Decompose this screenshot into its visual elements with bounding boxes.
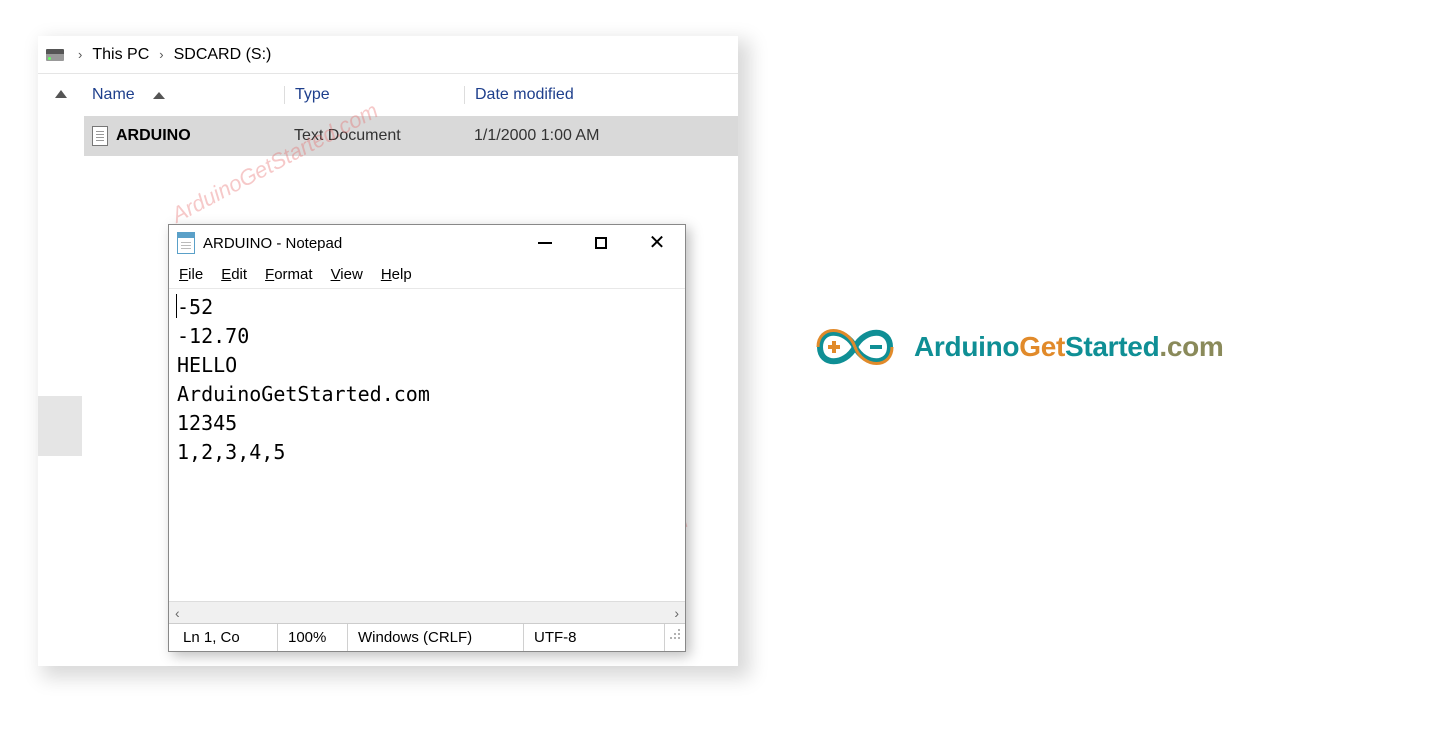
- file-name: ARDUINO: [116, 127, 191, 145]
- brand-text: ArduinoGetStarted.com: [914, 331, 1224, 363]
- chevron-up-icon[interactable]: [55, 90, 67, 98]
- chevron-right-icon: ›: [155, 47, 167, 62]
- column-headers[interactable]: Name Type Date modified: [84, 74, 738, 116]
- menu-view[interactable]: View: [331, 266, 363, 283]
- window-title: ARDUINO - Notepad: [203, 235, 342, 252]
- scroll-right-icon[interactable]: ›: [674, 605, 679, 621]
- menu-format[interactable]: Format: [265, 266, 313, 283]
- horizontal-scrollbar[interactable]: ‹ ›: [169, 601, 685, 623]
- editor-line: 1,2,3,4,5: [177, 438, 677, 467]
- menubar[interactable]: File Edit Format View Help: [169, 261, 685, 289]
- infinity-logo-icon: [800, 310, 910, 384]
- status-position: Ln 1, Co: [169, 624, 277, 651]
- menu-help[interactable]: Help: [381, 266, 412, 283]
- breadcrumb-leaf[interactable]: SDCARD (S:): [174, 46, 272, 64]
- brand-started: Started: [1065, 331, 1159, 362]
- minimize-button[interactable]: [517, 225, 573, 261]
- status-zoom: 100%: [277, 624, 347, 651]
- text-cursor: [176, 294, 177, 318]
- drive-icon: [46, 49, 64, 61]
- status-eol: Windows (CRLF): [347, 624, 523, 651]
- editor-line: -12.70: [177, 322, 677, 351]
- editor-line: ArduinoGetStarted.com: [177, 380, 677, 409]
- menu-file[interactable]: File: [179, 266, 203, 283]
- status-encoding: UTF-8: [523, 624, 664, 651]
- brand-arduino: Arduino: [914, 331, 1019, 362]
- menu-edit[interactable]: Edit: [221, 266, 247, 283]
- editor-line: 12345: [177, 409, 677, 438]
- explorer-gutter: [38, 74, 84, 666]
- editor-line: HELLO: [177, 351, 677, 380]
- breadcrumb[interactable]: › This PC › SDCARD (S:): [38, 36, 738, 74]
- titlebar[interactable]: ARDUINO - Notepad ✕: [169, 225, 685, 261]
- breadcrumb-root[interactable]: This PC: [92, 46, 149, 64]
- scroll-left-icon[interactable]: ‹: [175, 605, 180, 621]
- statusbar: Ln 1, Co 100% Windows (CRLF) UTF-8: [169, 623, 685, 651]
- text-file-icon: [92, 126, 108, 146]
- brand-logo-block: ArduinoGetStarted.com: [800, 310, 1224, 384]
- editor-area[interactable]: -52 -12.70 HELLO ArduinoGetStarted.com 1…: [169, 289, 685, 601]
- resize-grip-icon[interactable]: [664, 624, 685, 651]
- chevron-right-icon: ›: [74, 47, 86, 62]
- file-row[interactable]: ARDUINO Text Document 1/1/2000 1:00 AM: [84, 116, 738, 156]
- scroll-thumb[interactable]: [38, 396, 82, 456]
- sort-ascending-icon: [153, 92, 165, 99]
- brand-get: Get: [1019, 331, 1065, 362]
- close-button[interactable]: ✕: [629, 225, 685, 261]
- column-date[interactable]: Date modified: [475, 86, 574, 104]
- editor-line: -52: [177, 293, 677, 322]
- column-type[interactable]: Type: [295, 86, 330, 104]
- maximize-button[interactable]: [573, 225, 629, 261]
- notepad-icon: [177, 232, 195, 254]
- column-name[interactable]: Name: [92, 86, 135, 104]
- notepad-window: ARDUINO - Notepad ✕ File Edit Format Vie…: [168, 224, 686, 652]
- file-type: Text Document: [284, 127, 464, 145]
- file-date: 1/1/2000 1:00 AM: [464, 127, 738, 145]
- brand-dotcom: .com: [1159, 331, 1223, 362]
